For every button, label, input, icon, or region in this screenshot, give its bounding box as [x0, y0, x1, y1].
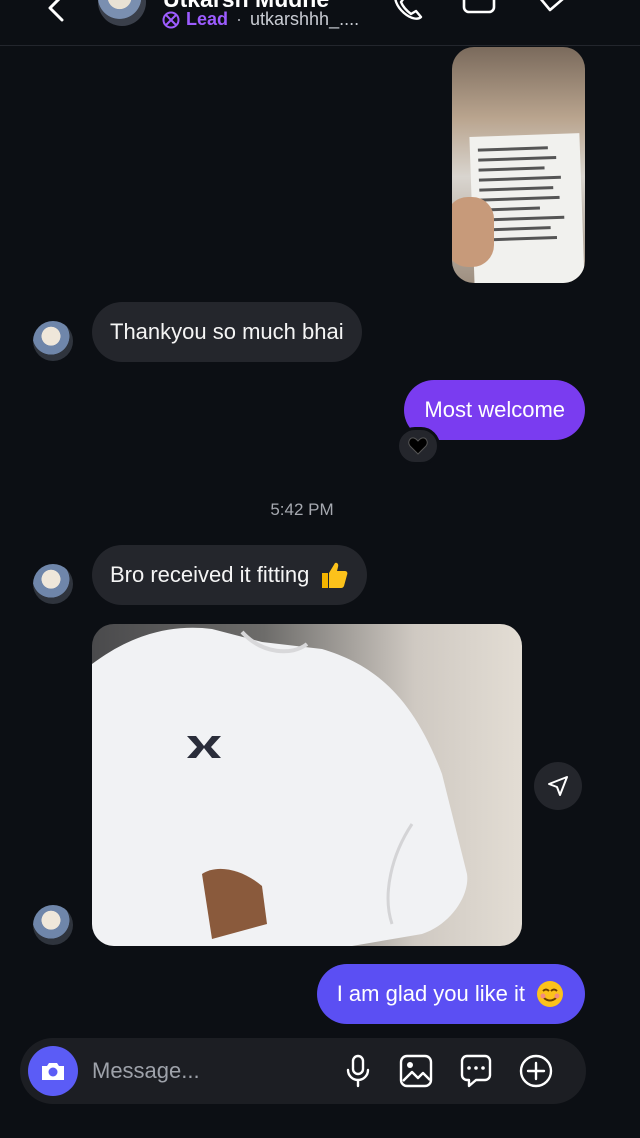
- finger: [452, 197, 494, 267]
- chat-header: Utkarsh Mudhe Lead · utkarshhh_....: [0, 0, 640, 46]
- contact-username: utkarshhh_....: [250, 9, 360, 29]
- camera-icon: [42, 1063, 64, 1080]
- video-icon[interactable]: [462, 0, 496, 22]
- share-button[interactable]: [534, 762, 582, 810]
- message-composer: [20, 1038, 586, 1104]
- sender-avatar[interactable]: [33, 564, 73, 604]
- message-text: Bro received it fitting: [110, 562, 310, 587]
- microphone-icon[interactable]: [340, 1053, 376, 1089]
- sender-avatar[interactable]: [33, 905, 73, 945]
- message-input[interactable]: [92, 1054, 312, 1088]
- smiling-emoji: [537, 981, 563, 1007]
- tag-icon[interactable]: [536, 0, 570, 22]
- plus-icon[interactable]: [518, 1053, 554, 1089]
- message-text: Most welcome: [424, 397, 565, 422]
- sent-image-receipt[interactable]: [452, 47, 585, 283]
- contact-subtitle: Lead · utkarshhh_....: [162, 9, 359, 30]
- message-text: I am glad you like it: [336, 981, 525, 1006]
- sticker-icon[interactable]: [458, 1053, 494, 1089]
- message-bubble-sent[interactable]: I am glad you like it: [316, 964, 585, 1024]
- back-arrow-icon[interactable]: [40, 0, 70, 24]
- contact-avatar[interactable]: [98, 0, 146, 26]
- received-image-shirt[interactable]: [92, 624, 522, 946]
- thumbs-up-emoji: [322, 562, 348, 588]
- message-bubble-received[interactable]: Thankyou so much bhai: [92, 302, 362, 362]
- reaction-badge[interactable]: [396, 427, 440, 465]
- shirt-photo: [92, 627, 468, 946]
- lead-icon: [162, 11, 180, 28]
- separator-dot: ·: [236, 9, 243, 29]
- message-timestamp: 5:42 PM: [270, 500, 334, 519]
- share-icon: [548, 776, 568, 796]
- camera-button[interactable]: [28, 1046, 78, 1096]
- message-text: Thankyou so much bhai: [110, 319, 344, 344]
- phone-icon[interactable]: [390, 0, 424, 22]
- lead-label: Lead: [186, 9, 229, 29]
- message-bubble-received[interactable]: Bro received it fitting: [92, 545, 368, 605]
- gallery-icon[interactable]: [398, 1053, 434, 1089]
- black-heart-icon: [408, 437, 428, 455]
- sender-avatar[interactable]: [33, 321, 73, 361]
